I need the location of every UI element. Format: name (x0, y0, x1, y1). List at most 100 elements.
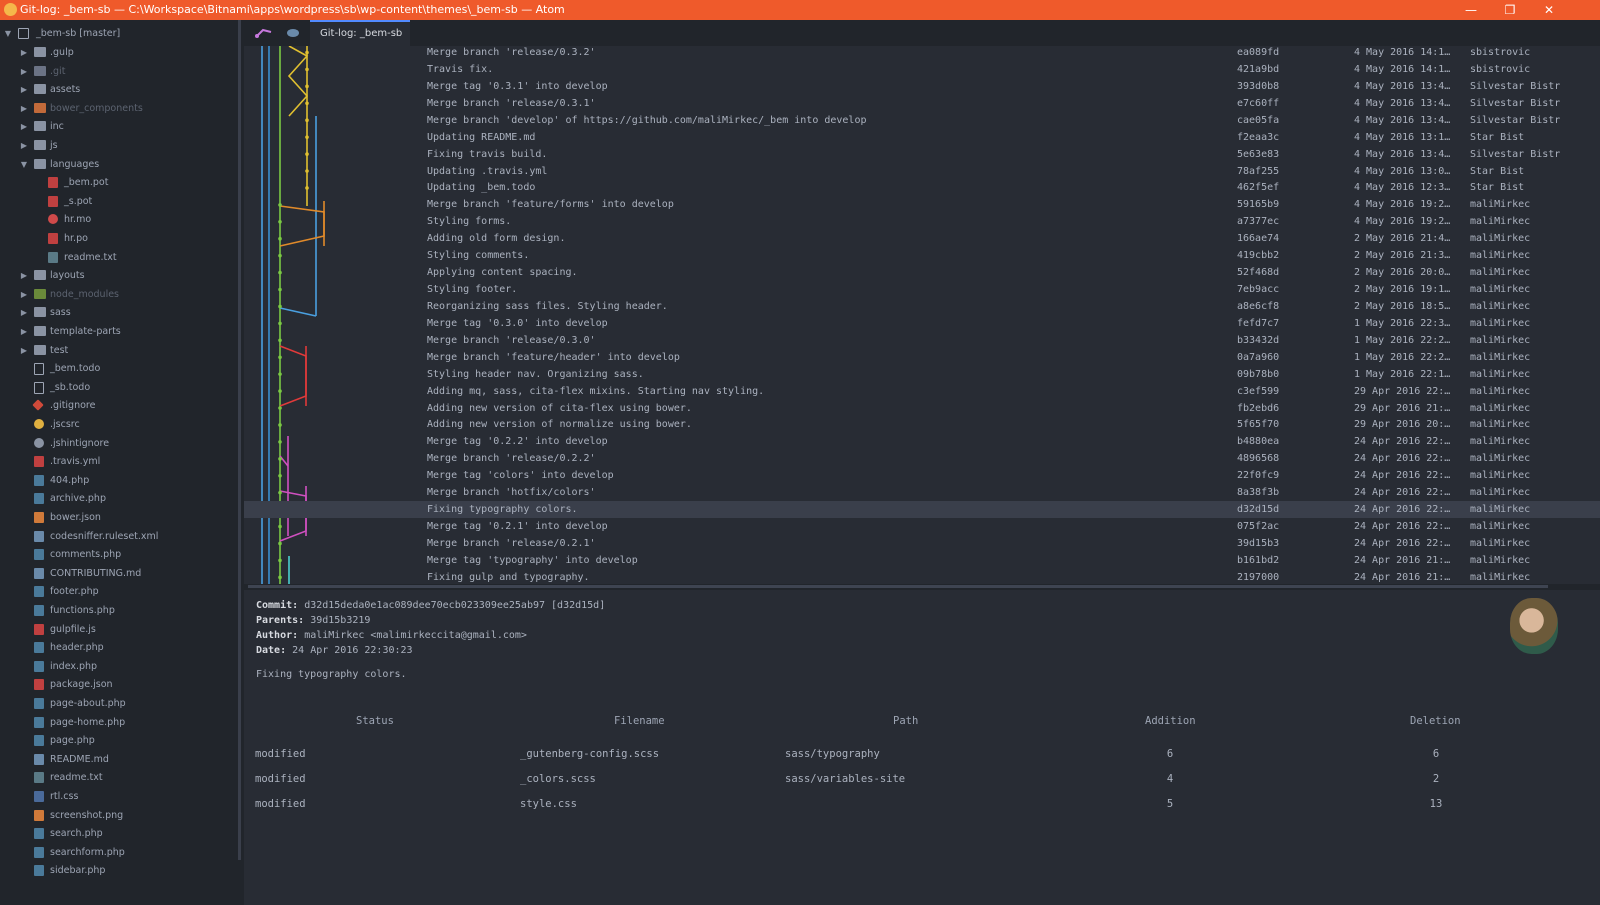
commit-row[interactable]: Fixing gulp and typography. 2197000 24 Apr… (244, 569, 1600, 584)
tree-folder[interactable]: ▶ inc (0, 117, 240, 136)
tree-file[interactable]: footer.php (0, 582, 240, 601)
file-name[interactable]: _gutenberg-config.scss (520, 748, 659, 760)
commit-row[interactable]: Merge tag 'typography' into develop b161b… (244, 552, 1600, 569)
commit-row[interactable]: Merge branch 'release/0.3.2' ea089fd 4 May… (244, 46, 1600, 61)
tree-folder[interactable]: ▶ sass (0, 303, 240, 322)
tree-file[interactable]: comments.php (0, 545, 240, 564)
tab-git-icon[interactable] (248, 20, 280, 46)
tree-file[interactable]: CONTRIBUTING.md (0, 564, 240, 583)
commit-row[interactable]: Merge branch 'release/0.3.1' e7c60ff 4 May… (244, 95, 1600, 112)
file-name[interactable]: style.css (520, 798, 577, 810)
tree-file[interactable]: readme.txt (0, 248, 240, 267)
tree-file[interactable]: readme.txt (0, 768, 240, 787)
commit-row[interactable]: Fixing typography colors. d32d15d 24 Apr 2… (244, 501, 1600, 519)
tree-folder[interactable]: ▶ assets (0, 80, 240, 99)
tree-folder[interactable]: ▶ .git (0, 62, 240, 81)
tree-file[interactable]: _bem.todo (0, 359, 240, 378)
commit-row[interactable]: Styling forms. a7377ec 4 May 2016 19:2… mal… (244, 213, 1600, 230)
tree-file[interactable]: archive.php (0, 489, 240, 508)
chevron-right-icon[interactable]: ▶ (19, 285, 29, 304)
tree-file[interactable]: header.php (0, 638, 240, 657)
tree-file[interactable]: _bem.pot (0, 173, 240, 192)
tree-folder[interactable]: ▶ js (0, 136, 240, 155)
commit-row[interactable]: Merge tag 'colors' into develop 22f0fc9 24… (244, 467, 1600, 484)
tree-file[interactable]: rtl.css (0, 787, 240, 806)
tree-file[interactable]: .jscsrc (0, 415, 240, 434)
tree-file[interactable]: functions.php (0, 601, 240, 620)
tree-file[interactable]: searchform.php (0, 843, 240, 862)
commit-row[interactable]: Merge tag '0.3.0' into develop fefd7c7 1 M… (244, 315, 1600, 332)
tree-file[interactable]: codesniffer.ruleset.xml (0, 527, 240, 546)
tree-file[interactable]: page.php (0, 731, 240, 750)
tree-file[interactable]: bower.json (0, 508, 240, 527)
tree-folder[interactable]: ▶ .gulp (0, 43, 240, 62)
commit-row[interactable]: Merge branch 'feature/forms' into develo… (244, 196, 1600, 213)
tree-file[interactable]: hr.po (0, 229, 240, 248)
log-horizontal-scrollbar[interactable] (244, 584, 1600, 589)
tree-file[interactable]: .gitignore (0, 396, 240, 415)
tree-file[interactable]: page-about.php (0, 694, 240, 713)
tree-file[interactable]: sidebar.php (0, 861, 240, 880)
commit-row[interactable]: Merge tag '0.2.2' into develop b4880ea 24 … (244, 433, 1600, 450)
tree-folder[interactable]: ▶ bower_components (0, 99, 240, 118)
commit-row[interactable]: Merge branch 'release/0.2.2' 4896568 24 Ap… (244, 450, 1600, 467)
minimize-button[interactable]: — (1456, 0, 1486, 20)
chevron-right-icon[interactable]: ▶ (19, 136, 29, 155)
commit-row[interactable]: Reorganizing sass files. Styling header.… (244, 298, 1600, 315)
commit-row[interactable]: Merge branch 'develop' of https://github… (244, 112, 1600, 129)
tree-file[interactable]: .travis.yml (0, 452, 240, 471)
tree-folder[interactable]: ▶ test (0, 341, 240, 360)
tree-file[interactable]: page-home.php (0, 713, 240, 732)
chevron-right-icon[interactable]: ▶ (19, 80, 29, 99)
chevron-right-icon[interactable]: ▶ (19, 341, 29, 360)
tree-file[interactable]: hr.mo (0, 210, 240, 229)
file-name[interactable]: _colors.scss (520, 773, 596, 785)
commit-row[interactable]: Adding new version of cita-flex using bo… (244, 400, 1600, 417)
commit-row[interactable]: Adding new version of normalize using bo… (244, 416, 1600, 433)
tree-file[interactable]: screenshot.png (0, 806, 240, 825)
scrollbar-thumb[interactable] (248, 585, 1548, 588)
close-button[interactable]: ✕ (1534, 0, 1564, 20)
commit-row[interactable]: Styling comments. 419cbb2 2 May 2016 21:3…… (244, 247, 1600, 264)
tree-file[interactable]: index.php (0, 657, 240, 676)
chevron-right-icon[interactable]: ▶ (19, 266, 29, 285)
commit-row[interactable]: Updating README.md f2eaa3c 4 May 2016 13:1… (244, 129, 1600, 146)
commit-row[interactable]: Merge branch 'feature/header' into devel… (244, 349, 1600, 366)
commit-row[interactable]: Applying content spacing. 52f468d 2 May 20… (244, 264, 1600, 281)
tree-file[interactable]: _sb.todo (0, 378, 240, 397)
tree-file[interactable]: README.md (0, 750, 240, 769)
tree-folder[interactable]: ▶ template-parts (0, 322, 240, 341)
tree-file[interactable]: search.php (0, 824, 240, 843)
tree-file[interactable]: _s.pot (0, 192, 240, 211)
tree-file[interactable]: gulpfile.js (0, 620, 240, 639)
tree-file[interactable]: 404.php (0, 471, 240, 490)
commit-row[interactable]: Styling footer. 7eb9acc 2 May 2016 19:1… ma… (244, 281, 1600, 298)
chevron-down-icon[interactable]: ▼ (19, 155, 29, 174)
commit-row[interactable]: Travis fix. 421a9bd 4 May 2016 14:1… sbistr… (244, 61, 1600, 78)
tree-file[interactable]: .jshintignore (0, 434, 240, 453)
tab-git-log[interactable]: Git-log: _bem-sb (310, 20, 410, 46)
commit-row[interactable]: Fixing travis build. 5e63e83 4 May 2016 13… (244, 146, 1600, 163)
parents-value[interactable]: 39d15b3219 (310, 615, 370, 626)
tab-php-icon[interactable] (278, 20, 310, 46)
commit-row[interactable]: Merge tag '0.3.1' into develop 393d0b8 4 M… (244, 78, 1600, 95)
commit-row[interactable]: Styling header nav. Organizing sass. 09b7… (244, 366, 1600, 383)
commit-row[interactable]: Merge branch 'release/0.2.1' 39d15b3 24 Ap… (244, 535, 1600, 552)
tree-folder[interactable]: ▶ layouts (0, 266, 240, 285)
chevron-right-icon[interactable]: ▶ (19, 117, 29, 136)
commit-row[interactable]: Updating .travis.yml 78af255 4 May 2016 13… (244, 163, 1600, 180)
chevron-right-icon[interactable]: ▶ (19, 43, 29, 62)
commit-row[interactable]: Updating _bem.todo 462f5ef 4 May 2016 12:3… (244, 179, 1600, 196)
chevron-down-icon[interactable]: ▼ (3, 24, 13, 43)
commit-row[interactable]: Merge branch 'release/0.3.0' b33432d 1 May… (244, 332, 1600, 349)
tree-root[interactable]: ▼ _bem-sb [master] (0, 24, 240, 43)
tree-scrollbar[interactable] (238, 20, 241, 860)
chevron-right-icon[interactable]: ▶ (19, 303, 29, 322)
commit-row[interactable]: Merge tag '0.2.1' into develop 075f2ac 24 … (244, 518, 1600, 535)
chevron-right-icon[interactable]: ▶ (19, 99, 29, 118)
commit-row[interactable]: Merge branch 'hotfix/colors' 8a38f3b 24 Ap… (244, 484, 1600, 501)
chevron-right-icon[interactable]: ▶ (19, 62, 29, 81)
tree-file[interactable]: package.json (0, 675, 240, 694)
maximize-button[interactable]: ❐ (1495, 0, 1525, 20)
tree-folder[interactable]: ▼ languages (0, 155, 240, 174)
